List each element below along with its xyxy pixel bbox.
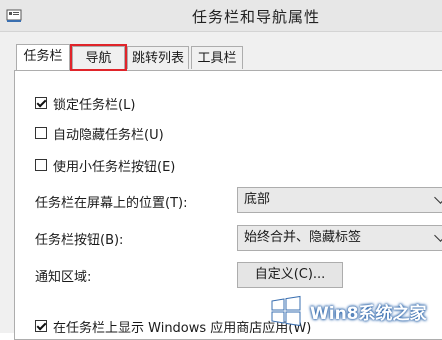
lock-taskbar-checkbox[interactable] [35,97,47,109]
taskbar-location-select[interactable]: 底部 [237,187,442,213]
small-buttons-checkbox[interactable] [35,159,47,171]
taskbar-location-value: 底部 [244,192,271,207]
lock-taskbar-label: 锁定任务栏(L) [53,97,136,113]
lock-taskbar-option[interactable]: 锁定任务栏(L) [35,94,136,113]
tab-toolbars[interactable]: 工具栏 [191,46,243,69]
small-buttons-label: 使用小任务栏按钮(E) [53,159,176,175]
autohide-taskbar-label: 自动隐藏任务栏(U) [53,127,164,143]
chevron-down-icon [434,229,442,242]
tab-taskbar[interactable]: 任务栏 [16,44,70,70]
taskbar-location-label: 任务栏在屏幕上的位置(T): [35,196,188,211]
window-title: 任务栏和导航属性 [191,8,320,26]
taskbar-buttons-value: 始终合并、隐藏标签 [244,230,362,245]
show-store-apps-checkbox[interactable] [35,320,47,332]
dialog-body: 任务栏 导航 跳转列表 工具栏 锁定任务栏(L) 自动隐藏任务栏(U) 使用小任… [0,32,442,340]
title-bar: 任务栏和导航属性 [0,0,442,32]
notification-area-label: 通知区域: [35,270,92,285]
tab-jump-lists[interactable]: 跳转列表 [127,46,189,69]
tab-navigation[interactable]: 导航 [70,44,127,71]
small-buttons-option[interactable]: 使用小任务栏按钮(E) [35,156,176,175]
autohide-taskbar-option[interactable]: 自动隐藏任务栏(U) [35,124,164,143]
windows-logo-icon [271,295,301,327]
autohide-taskbar-checkbox[interactable] [35,127,47,139]
taskbar-buttons-select[interactable]: 始终合并、隐藏标签 [237,225,442,251]
taskbar-buttons-label: 任务栏按钮(B): [35,233,124,248]
customize-button[interactable]: 自定义(C)... [237,262,343,288]
site-watermark: Win8系统之家 [270,292,440,330]
chevron-down-icon [434,191,442,204]
watermark-text: Win8系统之家 [310,303,427,324]
